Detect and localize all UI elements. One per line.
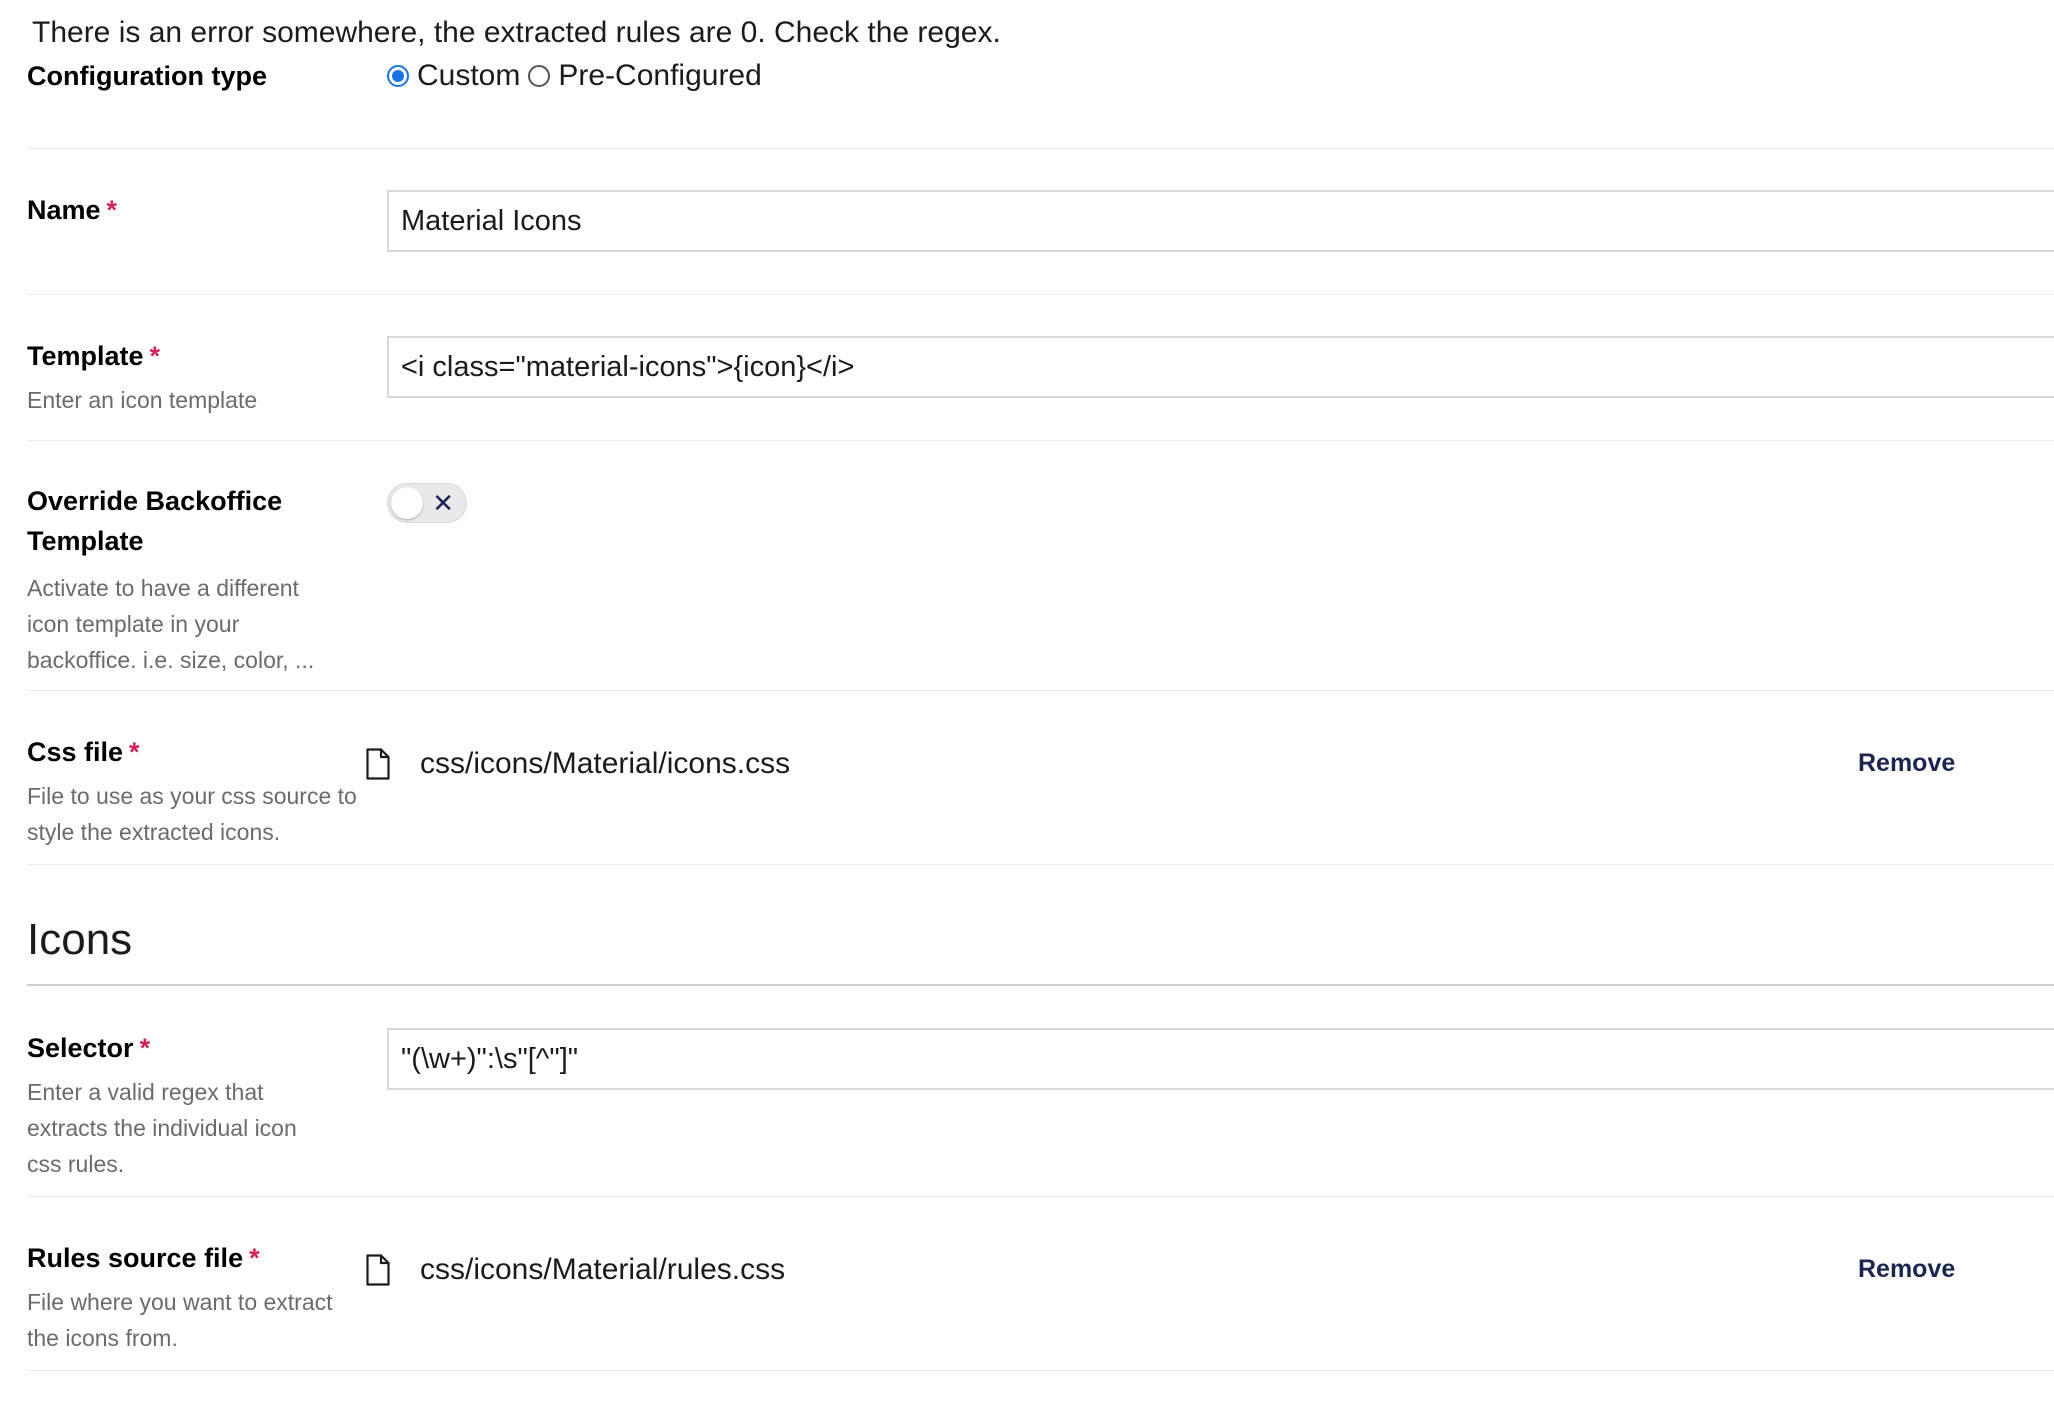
rules-file-remove-button[interactable]: Remove [1858,1255,1955,1284]
required-mark: * [106,195,118,225]
pre-configured-radio[interactable] [528,65,551,87]
pre-configured-radio-label[interactable]: Pre-Configured [558,59,761,93]
template-row: Template * Enter an icon template <i clas… [27,336,2054,436]
section-divider [27,984,2054,986]
divider [27,148,2054,149]
required-mark: * [249,1243,260,1273]
icon-configuration-form: There is an error somewhere, the extract… [0,0,2054,1402]
rules-source-file-row: Rules source file * File where you want t… [27,1238,2054,1358]
divider [27,864,2054,865]
css-file-remove-button[interactable]: Remove [1858,749,1955,778]
rules-source-file-label: Rules source file * [27,1243,260,1273]
template-input[interactable]: <i class="material-icons">{icon}</i> [387,336,2054,398]
css-file-name[interactable]: css/icons/Material/icons.css [420,747,790,781]
template-description: Enter an icon template [27,387,258,413]
css-file-row: Css file * File to use as your css source… [27,732,2054,852]
divider [27,690,2054,691]
override-backoffice-description: Activate to have a different icon templa… [27,575,315,673]
required-mark: * [129,737,140,767]
name-input[interactable]: Material Icons [387,190,2054,252]
name-row: Name * Material Icons [27,190,2054,290]
error-message: There is an error somewhere, the extract… [32,16,1001,49]
override-backoffice-toggle[interactable]: ✕ [387,483,467,523]
override-backoffice-label: Override Backoffice [27,486,283,516]
configuration-type-label: Configuration type [27,61,267,91]
custom-radio[interactable] [387,65,409,87]
required-mark: * [149,341,161,371]
rules-file-name[interactable]: css/icons/Material/rules.css [420,1253,785,1287]
file-icon [366,748,390,780]
close-icon: ✕ [432,488,454,518]
css-file-label: Css file * [27,737,140,767]
override-backoffice-row: Override Backoffice Template Activate to… [27,481,2054,681]
divider [27,1370,2054,1371]
file-icon [366,1254,390,1286]
icons-section-title: Icons [27,915,133,964]
configuration-type-row: Configuration type Custom Pre-Configured [27,56,2054,106]
toggle-knob [391,487,423,519]
divider [27,1196,2054,1197]
selector-input[interactable]: "(\w+)":\s"[^"]" [387,1028,2054,1090]
rules-source-file-description: File where you want to extract the icons… [27,1289,333,1351]
template-label: Template * [27,341,161,371]
required-mark: * [139,1033,151,1063]
css-file-description: File to use as your css source to style … [27,783,357,845]
selector-description: Enter a valid regex that extracts the in… [27,1079,297,1177]
configuration-type-radio-group: Custom Pre-Configured [387,56,770,96]
name-label: Name * [27,195,118,225]
divider [27,440,2054,441]
divider [27,294,2054,295]
override-backoffice-label-2: Template [27,526,144,556]
selector-label: Selector * [27,1033,151,1063]
custom-radio-label[interactable]: Custom [417,59,520,93]
selector-row: Selector * Enter a valid regex that extra… [27,1028,2054,1188]
